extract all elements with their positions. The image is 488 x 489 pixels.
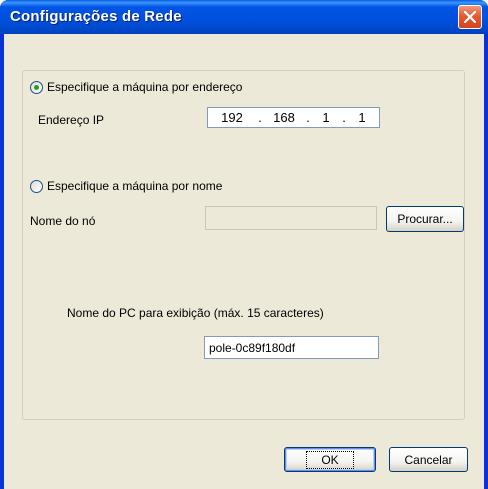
ip-octet-2[interactable]: 168 <box>264 110 304 125</box>
pc-name-input[interactable] <box>205 337 378 358</box>
pc-name-field[interactable] <box>204 336 379 359</box>
ip-separator: . <box>258 110 262 125</box>
ip-separator: . <box>342 110 346 125</box>
close-button[interactable] <box>458 5 482 29</box>
ip-octet-3[interactable]: 1 <box>312 110 340 125</box>
node-name-label: Nome do nó <box>30 214 96 228</box>
window-title: Configurações de Rede <box>10 8 182 25</box>
radio-specify-by-name[interactable]: Especifique a máquina por nome <box>30 179 222 193</box>
cancel-button-label: Cancelar <box>404 452 453 467</box>
ip-octet-4[interactable]: 1 <box>348 110 376 125</box>
browse-button[interactable]: Procurar... <box>386 206 464 232</box>
cancel-button[interactable]: Cancelar <box>389 447 468 472</box>
node-name-field[interactable] <box>205 206 377 230</box>
radio-button-unchecked[interactable] <box>30 179 43 193</box>
radio-button-checked[interactable] <box>30 80 43 94</box>
ok-button[interactable]: OK <box>284 447 376 472</box>
ip-octet-1[interactable]: 192 <box>208 110 256 125</box>
ip-address-label: Endereço IP <box>38 113 105 127</box>
dialog-body: Especifique a máquina por endereço Ender… <box>4 34 484 489</box>
title-bar[interactable]: Configurações de Rede <box>0 0 488 34</box>
pc-name-label: Nome do PC para exibição (máx. 15 caract… <box>67 306 324 320</box>
ip-address-field[interactable]: 192 . 168 . 1 . 1 <box>207 107 380 128</box>
radio-address-label: Especifique a máquina por endereço <box>47 80 243 94</box>
ok-button-label: OK <box>306 450 354 469</box>
radio-name-label: Especifique a máquina por nome <box>47 179 223 193</box>
node-name-input[interactable] <box>206 207 376 229</box>
ip-separator: . <box>306 110 310 125</box>
radio-specify-by-address[interactable]: Especifique a máquina por endereço <box>30 80 242 94</box>
dialog-window: Configurações de Rede Especifique a máqu… <box>0 0 488 489</box>
close-icon <box>464 11 476 23</box>
browse-button-label: Procurar... <box>397 212 453 226</box>
